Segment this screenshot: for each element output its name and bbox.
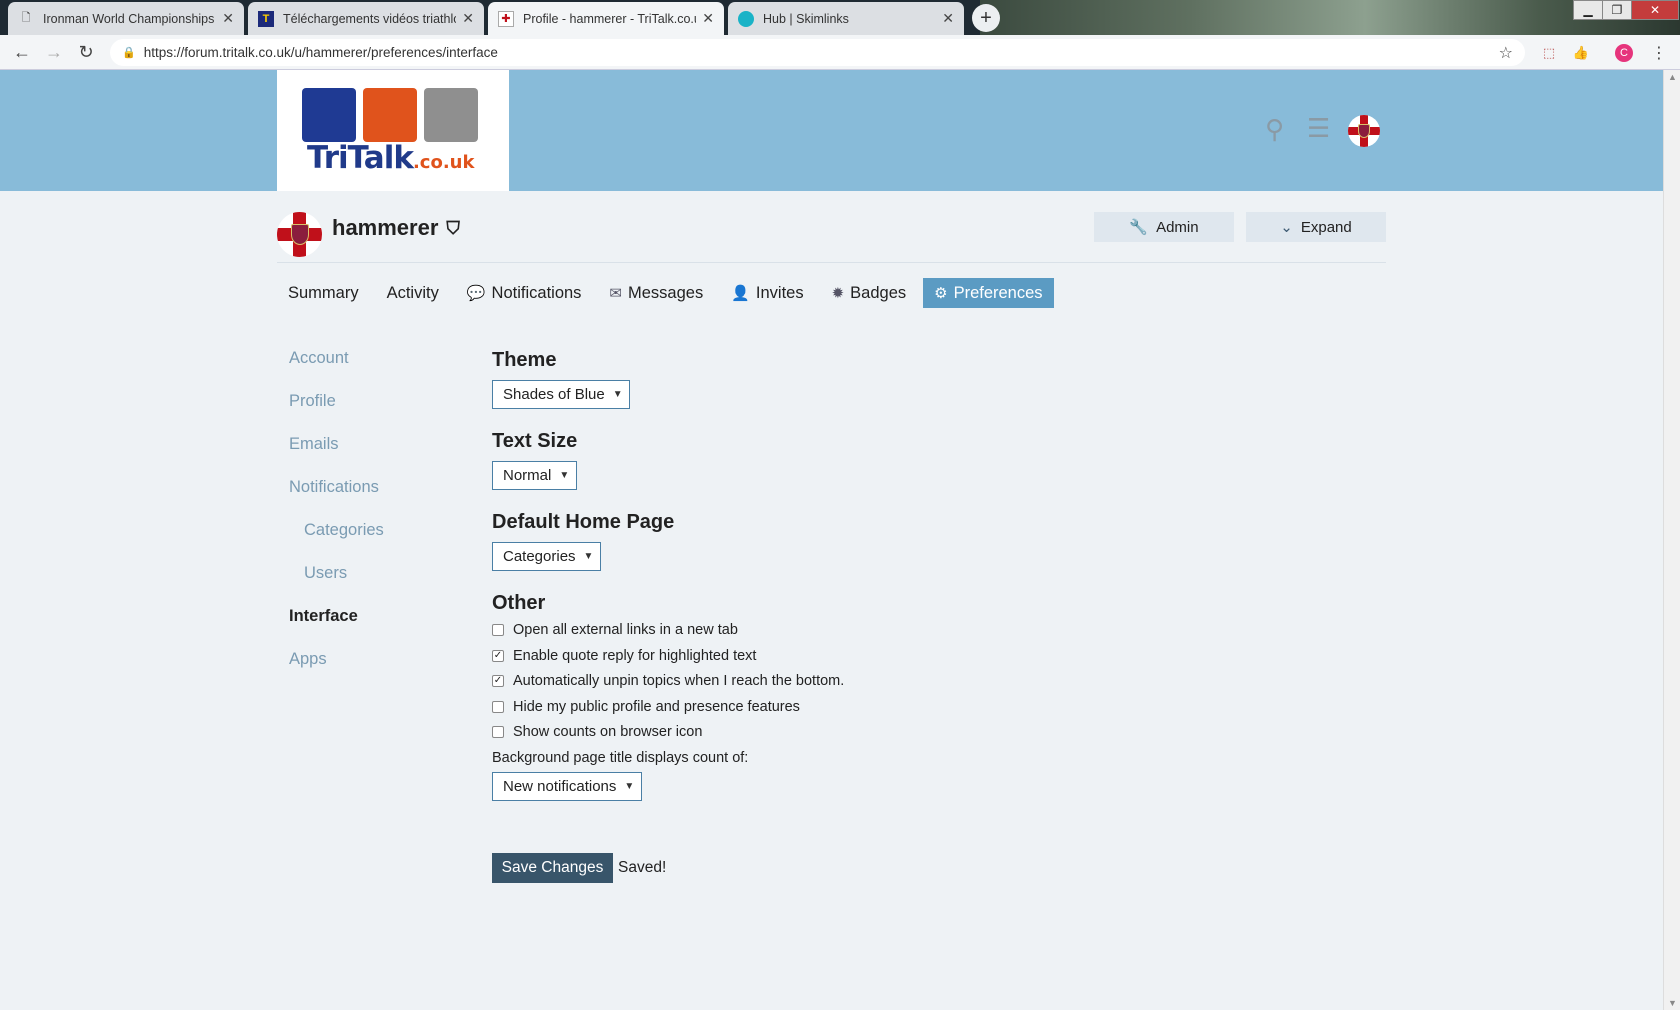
caret-down-icon: ▼ [559,470,570,481]
url-text: https://forum.tritalk.co.uk/u/hammerer/p… [143,45,498,60]
expand-button[interactable]: ⌄ Expand [1246,212,1386,242]
option-hide-profile[interactable]: Hide my public profile and presence feat… [492,699,800,715]
comment-icon: 💬 [466,285,486,302]
caret-down-icon: ▼ [624,781,635,792]
text-size-heading: Text Size [492,430,578,452]
scroll-up-icon[interactable]: ▲ [1664,72,1680,82]
close-tab-icon[interactable]: ✕ [462,10,474,27]
tab-activity[interactable]: Activity [376,278,450,308]
tab-invites[interactable]: 👤 Invites [720,278,814,308]
browser-toolbar: ← → ↻ 🔒 https://forum.tritalk.co.uk/u/ha… [0,35,1680,70]
caret-down-icon: ▼ [612,389,623,400]
user-name: hammerer ⛉ [332,215,460,240]
pdf-extension-icon[interactable]: ⬚ [1540,44,1558,62]
tab-preferences[interactable]: ⚙ Preferences [923,278,1054,308]
moderator-shield-icon: ⛉ [446,217,460,238]
logo-tile-orange [363,88,417,142]
skimlinks-favicon [738,10,754,27]
restore-button[interactable]: ❐ [1602,0,1632,20]
tab-summary[interactable]: Summary [277,278,370,308]
lock-icon: 🔒 [122,47,136,59]
close-window-button[interactable]: ✕ [1631,0,1679,20]
logo-tile-blue [302,88,356,142]
checkbox[interactable] [492,701,504,713]
close-tab-icon[interactable]: ✕ [702,10,714,27]
menu-dots-icon[interactable]: ⋮ [1650,44,1668,62]
admin-button[interactable]: 🔧 Admin [1094,212,1234,242]
browser-tab[interactable]: Hub | Skimlinks ✕ [728,2,964,35]
text-size-select[interactable]: Normal ▼ [492,461,577,490]
gear-icon: ⚙ [934,285,948,302]
browser-tab-active[interactable]: ✚ Profile - hammerer - TriTalk.co.uk ✕ [488,2,724,35]
browser-tab[interactable]: 🗋 Ironman World Championships – ✕ [8,2,244,35]
sidebar-item-account[interactable]: Account [289,349,349,368]
back-arrow-icon[interactable]: ← [6,42,38,63]
checkbox-checked[interactable]: ✓ [492,675,504,687]
hamburger-menu-icon[interactable]: ☰ [1307,113,1330,144]
divider [277,262,1386,263]
site-logo[interactable]: TriTalk.co.uk [277,70,509,191]
bg-title-label: Background page title displays count of: [492,750,749,766]
new-tab-button[interactable]: + [972,4,1000,32]
logo-tile-grey [424,88,478,142]
scroll-down-icon[interactable]: ▼ [1664,998,1680,1008]
checkbox[interactable] [492,726,504,738]
flag-favicon: ✚ [498,10,514,27]
thumbs-up-extension-icon[interactable]: 👍 [1572,44,1590,62]
reload-icon[interactable]: ↻ [70,42,102,63]
other-heading: Other [492,592,546,614]
tab-notifications[interactable]: 💬 Notifications [456,278,593,308]
saved-status: Saved! [618,859,667,876]
browser-tab-strip: 🗋 Ironman World Championships – ✕ T Télé… [0,0,1680,35]
user-avatar[interactable] [277,212,322,257]
sidebar-item-emails[interactable]: Emails [289,435,339,454]
sidebar-item-apps[interactable]: Apps [289,650,327,669]
t-favicon: T [258,10,274,27]
option-external-links[interactable]: Open all external links in a new tab [492,622,738,638]
address-bar[interactable]: 🔒 https://forum.tritalk.co.uk/u/hammerer… [110,39,1525,66]
page-scrollbar[interactable]: ▲ ▼ [1663,70,1680,1010]
checkbox[interactable] [492,624,504,636]
user-plus-icon: 👤 [731,285,750,302]
tab-messages[interactable]: ✉ Messages [598,278,714,308]
page-icon: 🗋 [21,12,31,24]
option-browser-counts[interactable]: Show counts on browser icon [492,724,702,740]
home-page-select[interactable]: Categories ▼ [492,542,601,571]
option-auto-unpin[interactable]: ✓ Automatically unpin topics when I reac… [492,673,844,689]
sidebar-item-categories[interactable]: Categories [304,521,384,540]
bookmark-star-icon[interactable]: ☆ [1499,43,1513,63]
envelope-icon: ✉ [609,285,622,302]
minimize-button[interactable]: ▁ [1573,0,1603,20]
wrench-icon: 🔧 [1129,219,1149,236]
theme-heading: Theme [492,349,557,371]
badge-icon: ✹ [831,285,845,302]
bg-title-count-select[interactable]: New notifications ▼ [492,772,642,801]
home-page-heading: Default Home Page [492,511,675,533]
forward-arrow-icon[interactable]: → [38,42,70,63]
sidebar-item-profile[interactable]: Profile [289,392,336,411]
search-icon[interactable]: ⚲ [1265,114,1284,145]
tab-badges[interactable]: ✹ Badges [821,278,918,308]
save-changes-button[interactable]: Save Changes [492,853,613,883]
theme-select[interactable]: Shades of Blue ▼ [492,380,630,409]
sidebar-item-notifications[interactable]: Notifications [289,478,379,497]
checkbox-checked[interactable]: ✓ [492,650,504,662]
caret-down-icon: ▼ [583,551,594,562]
option-quote-reply[interactable]: ✓ Enable quote reply for highlighted tex… [492,648,756,664]
sidebar-item-interface[interactable]: Interface [289,607,358,626]
site-header: TriTalk.co.uk [0,70,1663,191]
close-tab-icon[interactable]: ✕ [942,10,954,27]
double-chevron-down-icon: ⌄ [1280,219,1293,236]
user-avatar-header[interactable] [1348,115,1380,147]
profile-nav-tabs: Summary Activity 💬 Notifications ✉ Message… [277,278,1060,308]
sidebar-item-users[interactable]: Users [304,564,347,583]
browser-tab[interactable]: T Téléchargements vidéos triathlon ✕ [248,2,484,35]
plus-icon: + [980,6,992,29]
profile-avatar-icon[interactable]: C [1615,44,1633,62]
close-tab-icon[interactable]: ✕ [222,10,234,27]
logo-text: TriTalk.co.uk [307,140,475,176]
